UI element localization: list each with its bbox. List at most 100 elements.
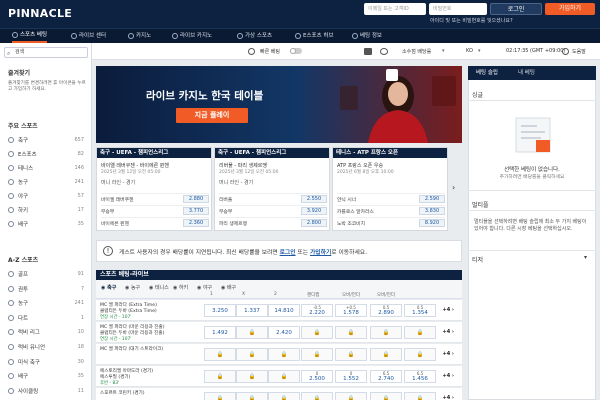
tab-my-bets[interactable]: 내 베팅 bbox=[518, 66, 535, 80]
live-tab[interactable]: ◉ 배구 bbox=[221, 284, 236, 291]
theme-icon[interactable] bbox=[380, 48, 388, 55]
sidebar-item-label: 축구 bbox=[18, 138, 29, 144]
odds-button[interactable]: 1.337 bbox=[236, 304, 268, 317]
over-under-button[interactable]: 6.5 1.456 bbox=[404, 370, 436, 383]
sidebar-item-az[interactable]: 럭비 리그 10 bbox=[8, 327, 84, 337]
sidebar-item-az[interactable]: 농구 241 bbox=[8, 298, 84, 308]
sidebar-item-label: 하키 bbox=[18, 208, 29, 214]
card-date: 2025년 3월 12일 오전 05:00 bbox=[219, 170, 279, 175]
sport-icon bbox=[8, 137, 14, 143]
odds-button[interactable]: 14.810 bbox=[268, 304, 300, 317]
match-status: 연장 시간 - 107' bbox=[100, 337, 132, 342]
live-casino-banner[interactable]: 라이브 카지노 한국 테이블 지금 플레이 bbox=[96, 66, 462, 143]
odds-button[interactable]: 3.920 bbox=[301, 207, 327, 215]
sidebar-item-az[interactable]: 미식 축구 30 bbox=[8, 357, 84, 367]
odds-row: 무승부 3.920 bbox=[219, 205, 327, 216]
help-icon bbox=[562, 48, 569, 55]
live-tab[interactable]: ◉ 축구 bbox=[101, 284, 116, 291]
sport-icon bbox=[8, 387, 14, 394]
nav-live-centre[interactable]: 라이브 센터 bbox=[71, 29, 106, 43]
over-under-button[interactable]: 6.5 2.740 bbox=[370, 370, 402, 383]
handicap-button[interactable]: -0.5 2.220 bbox=[301, 304, 333, 317]
teaser-chevron-icon[interactable]: ▾ bbox=[584, 254, 587, 261]
odds-button[interactable]: 2.550 bbox=[301, 195, 327, 203]
notice-signup-link[interactable]: 가입하기 bbox=[310, 250, 331, 256]
odds-button[interactable]: 2.800 bbox=[301, 219, 327, 227]
language-select[interactable]: KO bbox=[466, 48, 473, 54]
live-tab[interactable]: ◉ 농구 bbox=[125, 284, 140, 291]
teaser-title[interactable]: 티저 bbox=[472, 255, 483, 264]
handicap-button[interactable]: 0 2.500 bbox=[301, 370, 333, 383]
sidebar-item-az[interactable]: 다트 1 bbox=[8, 313, 84, 323]
over-under-button[interactable]: 0.5 2.890 bbox=[370, 304, 402, 317]
sidebar-item-main[interactable]: 배구 35 bbox=[8, 219, 84, 229]
live-tab[interactable]: ◉ 야구 bbox=[197, 284, 212, 291]
live-tab-label: 테니스 bbox=[154, 285, 169, 291]
handicap-button: 🔒 bbox=[301, 392, 333, 400]
odds-button[interactable]: 3.770 bbox=[183, 207, 209, 215]
more-markets-button[interactable]: +4 › bbox=[443, 307, 454, 313]
display-icon[interactable] bbox=[364, 48, 372, 55]
dealer-image bbox=[340, 76, 456, 143]
odds-button[interactable]: 3.250 bbox=[204, 304, 236, 317]
sidebar-item-main[interactable]: 하키 17 bbox=[8, 205, 84, 215]
forgot-password-link[interactable]: 아이디 및 또는 비밀번호를 잊으셨나요? bbox=[430, 17, 513, 24]
nav-betting-info[interactable]: 베팅 정보 bbox=[352, 29, 382, 43]
sidebar-search-input[interactable]: ⌕ 검색 bbox=[4, 47, 88, 58]
sidebar-item-count: 1 bbox=[80, 314, 84, 321]
handicap-button[interactable]: 0 1.552 bbox=[335, 370, 367, 383]
odds-button[interactable]: 2.360 bbox=[183, 219, 209, 227]
more-markets-button[interactable]: +4 › bbox=[443, 373, 454, 379]
sidebar-item-main[interactable]: 축구 657 bbox=[8, 135, 84, 145]
odds-button: 🔒 bbox=[236, 348, 268, 361]
sidebar-item-az[interactable]: 권투 7 bbox=[8, 284, 84, 294]
sidebar-item-main[interactable]: 야구 57 bbox=[8, 191, 84, 201]
nav-casino[interactable]: 카지노 bbox=[128, 29, 151, 43]
signup-button[interactable]: 가입하기 bbox=[545, 3, 595, 15]
odds-button[interactable]: 2.420 bbox=[268, 326, 300, 339]
sidebar-item-main[interactable]: E스포츠 82 bbox=[8, 149, 84, 159]
sidebar-item-az[interactable]: 골프 91 bbox=[8, 269, 84, 279]
odds-button[interactable]: 2.590 bbox=[419, 195, 445, 203]
sidebar-item-main[interactable]: 농구 241 bbox=[8, 177, 84, 187]
odds-name: 바이에른 뮌헨 bbox=[101, 221, 130, 227]
sidebar-item-az[interactable]: 사이클링 11 bbox=[8, 386, 84, 396]
live-tab[interactable]: ◉ 하키 bbox=[173, 284, 188, 291]
nav-live-casino[interactable]: 라이브 카지노 bbox=[172, 29, 212, 43]
password-input[interactable]: 비밀번호 bbox=[429, 3, 487, 15]
more-markets-button[interactable]: +4 › bbox=[443, 395, 454, 400]
tab-bet-slip[interactable]: 베팅 슬립 bbox=[476, 66, 498, 80]
sidebar-item-main[interactable]: 테니스 146 bbox=[8, 163, 84, 173]
odds-button[interactable]: 2.880 bbox=[183, 195, 209, 203]
card-header: 테니스 - ATP 프랑스 오픈 bbox=[333, 148, 447, 158]
odds-button[interactable]: 1.492 bbox=[204, 326, 236, 339]
cards-next-chevron-icon[interactable]: › bbox=[452, 183, 455, 192]
nav-sports-betting[interactable]: 스포츠 베팅 bbox=[12, 29, 48, 43]
featured-match-card: 테니스 - ATP 프랑스 오픈 ATP 프랑스 오픈 우승 2025년 6월 8일… bbox=[332, 147, 448, 231]
divider bbox=[468, 100, 596, 101]
sport-icon bbox=[8, 271, 14, 277]
odds-format-select[interactable]: 소수점 배당률 bbox=[402, 48, 431, 55]
nav-virtual-sports[interactable]: 가상 스포츠 bbox=[237, 29, 272, 43]
lock-icon: 🔒 bbox=[416, 396, 424, 400]
help-link[interactable]: 도움말 bbox=[572, 48, 586, 55]
quick-bet-toggle[interactable] bbox=[290, 48, 302, 54]
notice-login-link[interactable]: 로그인 bbox=[280, 250, 296, 256]
lock-icon: 🔒 bbox=[248, 374, 256, 380]
banner-play-button[interactable]: 지금 플레이 bbox=[176, 108, 248, 123]
more-markets-button[interactable]: +4 › bbox=[443, 351, 454, 357]
sidebar-item-az[interactable]: 럭비 유니언 18 bbox=[8, 342, 84, 352]
over-under-button[interactable]: 0.5 1.354 bbox=[404, 304, 436, 317]
sidebar-item-az[interactable]: 배구 35 bbox=[8, 371, 84, 381]
odds-button[interactable]: 8.920 bbox=[419, 219, 445, 227]
live-tab[interactable]: ◉ 테니스 bbox=[149, 284, 169, 291]
single-bets-title: 싱글 bbox=[472, 92, 484, 99]
more-markets-button[interactable]: +4 › bbox=[443, 329, 454, 335]
handicap-button[interactable]: +0.5 1.578 bbox=[335, 304, 367, 317]
username-input[interactable]: 이메일 또는 고객ID bbox=[364, 3, 426, 15]
nav-esports-hub[interactable]: E스포츠 허브 bbox=[295, 29, 334, 43]
odds-button[interactable]: 3.830 bbox=[419, 207, 445, 215]
over-under-button: 🔒 bbox=[404, 392, 436, 400]
lock-icon: 🔒 bbox=[313, 396, 321, 400]
login-button[interactable]: 로그인 bbox=[490, 3, 542, 15]
